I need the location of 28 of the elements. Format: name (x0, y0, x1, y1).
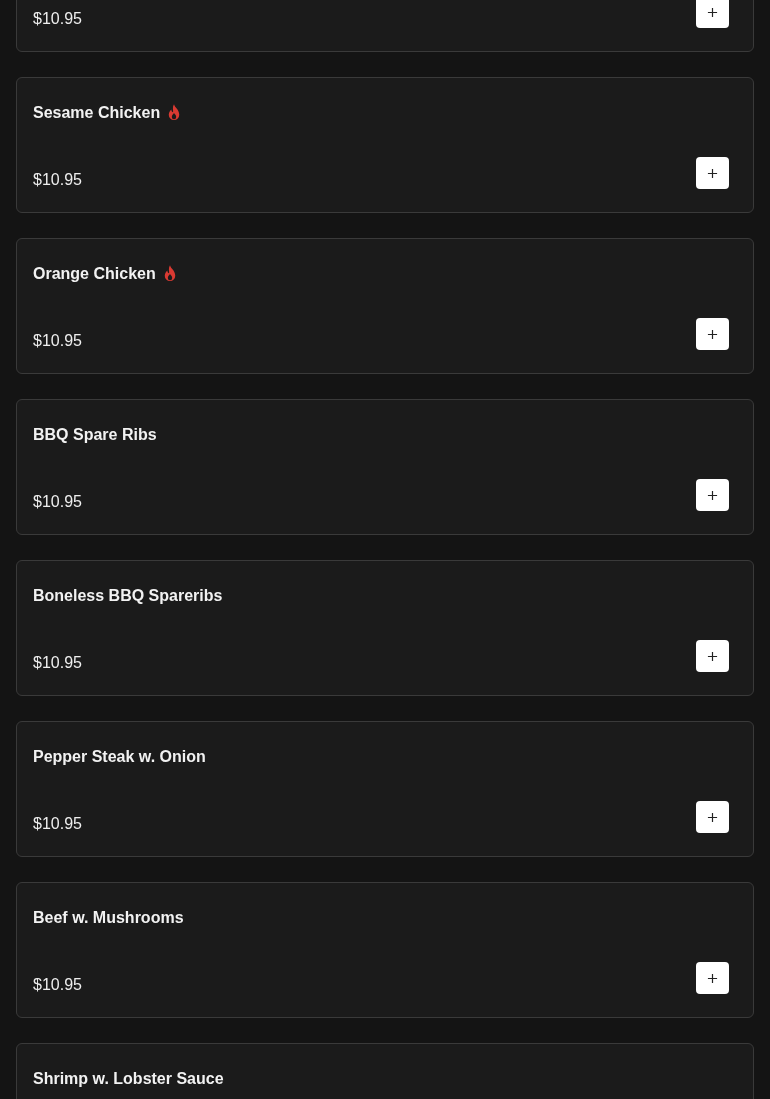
add-button[interactable] (696, 318, 729, 350)
add-button[interactable] (696, 801, 729, 833)
plus-icon (707, 328, 718, 340)
item-name: Sesame Chicken (33, 103, 161, 123)
item-price: $10.95 (33, 814, 82, 834)
add-button[interactable] (696, 640, 729, 672)
item-name: BBQ Spare Ribs (33, 425, 157, 445)
add-button[interactable] (696, 157, 729, 189)
plus-icon (707, 650, 718, 662)
item-price: $10.95 (33, 170, 82, 190)
plus-icon (707, 167, 718, 179)
add-button[interactable] (696, 479, 729, 511)
item-name: Shrimp w. Lobster Sauce (33, 1069, 224, 1089)
item-name: Pepper Steak w. Onion (33, 747, 206, 767)
item-price: $10.95 (33, 975, 82, 995)
plus-icon (707, 6, 718, 18)
item-price: $10.95 (33, 653, 82, 673)
item-price: $10.95 (33, 331, 82, 351)
plus-icon (707, 972, 718, 984)
item-price: $10.95 (33, 9, 82, 29)
item-name: Beef w. Mushrooms (33, 908, 184, 928)
plus-icon (707, 811, 718, 823)
plus-icon (707, 489, 718, 501)
item-price: $10.95 (33, 492, 82, 512)
add-button[interactable] (696, 0, 729, 28)
item-name: Boneless BBQ Spareribs (33, 586, 223, 606)
item-name: Orange Chicken (33, 264, 156, 284)
add-button[interactable] (696, 962, 729, 994)
